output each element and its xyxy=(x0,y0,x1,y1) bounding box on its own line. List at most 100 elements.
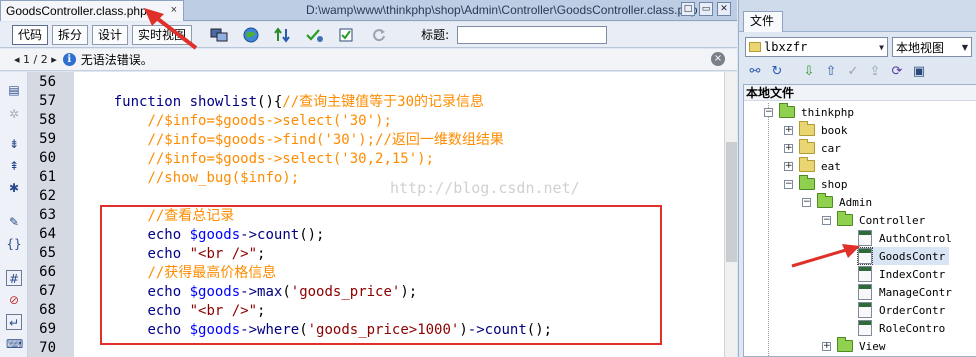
tree-item-label: ManageContr xyxy=(879,285,952,299)
globe-icon[interactable] xyxy=(240,26,262,44)
minimize-icon[interactable]: ▭ xyxy=(699,2,713,16)
tree-folder-item[interactable]: + book xyxy=(784,121,852,139)
file-tree: 本地文件 − thinkphp + book + car + eat − shop − Admin − C… xyxy=(743,84,976,357)
window-controls: □ ▭ ✕ xyxy=(681,2,731,16)
collapse-icon[interactable]: − xyxy=(822,215,831,225)
check-in-icon[interactable]: ⇪ xyxy=(865,62,885,80)
folder-icon xyxy=(799,121,815,136)
tree-item-label: RoleContro xyxy=(879,321,946,335)
code-view-button[interactable]: 代码 xyxy=(12,24,49,45)
connect-icon[interactable]: ⚯ xyxy=(745,62,765,80)
design-view-button[interactable]: 设计 xyxy=(92,24,129,45)
tree-file-item[interactable]: RoleContro xyxy=(858,319,949,337)
close-infobar-icon[interactable]: × xyxy=(711,52,725,66)
tree-file-item[interactable]: OrderContr xyxy=(858,301,949,319)
title-label: 标题: xyxy=(421,28,450,42)
restore-icon[interactable]: □ xyxy=(681,2,695,16)
line-number: 64 xyxy=(39,226,56,242)
put-files-icon[interactable]: ⇧ xyxy=(821,62,841,80)
validate-icon[interactable] xyxy=(304,26,326,44)
multiscreen-icon[interactable] xyxy=(208,26,230,44)
line-number-gutter: 56 57 58 59 60 61 62 63 64 65 66 67 68 69 70 xyxy=(28,72,74,357)
syntax-status: 无语法错误。 xyxy=(80,53,153,67)
watermark: http://blog.csdn.net/ xyxy=(390,179,580,197)
expand-panel-icon[interactable]: ▣ xyxy=(909,62,929,80)
refresh-files-icon[interactable]: ↻ xyxy=(767,62,787,80)
collapse-icon[interactable]: − xyxy=(784,179,793,189)
tree-item-label: Admin xyxy=(839,195,873,209)
expand-icon[interactable]: + xyxy=(784,161,793,171)
collapse-selection-icon[interactable]: ⇞ xyxy=(6,158,22,174)
info-icon: i xyxy=(62,53,76,66)
code-line[interactable]: //$info=$goods->select('30'); xyxy=(80,112,391,131)
word-wrap-icon[interactable]: ↵ xyxy=(6,314,22,330)
open-documents-icon[interactable]: ▤ xyxy=(6,82,22,98)
line-number: 62 xyxy=(39,188,56,204)
tree-file-item[interactable]: IndexContr xyxy=(858,265,949,283)
folder-icon xyxy=(779,103,795,118)
check-out-icon[interactable]: ✓ xyxy=(843,62,863,80)
select-parent-tag-icon[interactable]: ✎ xyxy=(6,214,22,230)
close-window-icon[interactable]: ✕ xyxy=(717,2,731,16)
document-tab-label: GoodsController.class.php xyxy=(6,4,147,18)
tree-folder-item[interactable]: − thinkphp xyxy=(764,103,858,121)
line-number: 63 xyxy=(39,207,56,223)
expand-all-icon[interactable]: ✱ xyxy=(6,180,22,196)
synchronize-icon[interactable]: ⟳ xyxy=(887,62,907,80)
code-line[interactable]: //$info=$goods->select('30,2,15'); xyxy=(80,150,434,169)
scrollbar-thumb[interactable] xyxy=(726,142,737,262)
tree-file-item[interactable]: ManageContr xyxy=(858,283,956,301)
tree-item-label: OrderContr xyxy=(879,303,946,317)
title-input[interactable] xyxy=(457,25,608,44)
tree-item-label: View xyxy=(859,339,886,353)
file-path: D:\wamp\www\thinkphp\shop\Admin\Controll… xyxy=(306,3,698,17)
tree-folder-item[interactable]: − shop xyxy=(784,175,852,193)
view-select[interactable]: 本地视图 ▼ xyxy=(892,37,972,57)
tree-file-item[interactable]: AuthControl xyxy=(858,229,956,247)
highlight-invalid-code-icon[interactable]: ⊘ xyxy=(6,292,22,308)
files-tab[interactable]: 文件 xyxy=(743,11,783,32)
php-file-icon xyxy=(858,284,872,300)
syntax-coloring-icon[interactable]: ⌨ xyxy=(6,336,23,352)
tree-guide-line xyxy=(768,103,769,356)
tree-file-item[interactable]: GoodsContr xyxy=(857,247,950,265)
php-file-icon xyxy=(858,302,872,318)
collapse-icon[interactable]: − xyxy=(764,107,773,117)
balance-braces-icon[interactable]: {} xyxy=(6,236,22,252)
tree-item-label: shop xyxy=(821,177,848,191)
tree-folder-item[interactable]: + View xyxy=(822,337,890,355)
tree-item-label: book xyxy=(821,123,848,137)
message-navigator[interactable]: ◂ 1 / 2 ▸ xyxy=(14,53,57,66)
line-numbers-icon[interactable]: # xyxy=(6,270,22,286)
transfer-icon[interactable] xyxy=(272,26,294,44)
tree-item-label: Controller xyxy=(859,213,926,227)
folder-icon xyxy=(817,193,833,208)
expand-icon[interactable]: + xyxy=(784,143,793,153)
line-number: 65 xyxy=(39,245,56,261)
tree-folder-item[interactable]: + eat xyxy=(784,157,845,175)
tree-item-label: car xyxy=(821,141,841,155)
code-line[interactable]: //show_bug($info); xyxy=(80,169,299,188)
expand-icon[interactable]: + xyxy=(822,341,831,351)
expand-icon[interactable]: + xyxy=(784,125,793,135)
vertical-scrollbar[interactable] xyxy=(724,72,737,357)
line-number: 61 xyxy=(39,169,56,185)
tree-folder-item[interactable]: − Admin xyxy=(802,193,876,211)
code-line[interactable]: //$info=$goods->find('30');//返回一维数组结果 xyxy=(80,131,503,150)
refresh-icon[interactable] xyxy=(368,26,390,44)
collapse-tag-icon[interactable]: ⇟ xyxy=(6,136,22,152)
line-number: 56 xyxy=(39,74,56,90)
tree-folder-item[interactable]: + car xyxy=(784,139,845,157)
line-number: 66 xyxy=(39,264,56,280)
collapse-icon[interactable]: − xyxy=(802,197,811,207)
folder-icon xyxy=(799,139,815,154)
code-line[interactable]: function showlist(){//查询主键值等于30的记录信息 xyxy=(80,93,484,112)
tree-folder-item[interactable]: − Controller xyxy=(822,211,929,229)
get-files-icon[interactable]: ⇩ xyxy=(799,62,819,80)
code-line[interactable] xyxy=(80,74,114,93)
split-view-button[interactable]: 拆分 xyxy=(52,24,89,45)
show-code-navigator-icon[interactable]: ✲ xyxy=(6,106,22,122)
folder-icon xyxy=(799,157,815,172)
check-icon[interactable] xyxy=(336,26,358,44)
site-select[interactable]: lbxzfr ▼ xyxy=(745,37,888,57)
